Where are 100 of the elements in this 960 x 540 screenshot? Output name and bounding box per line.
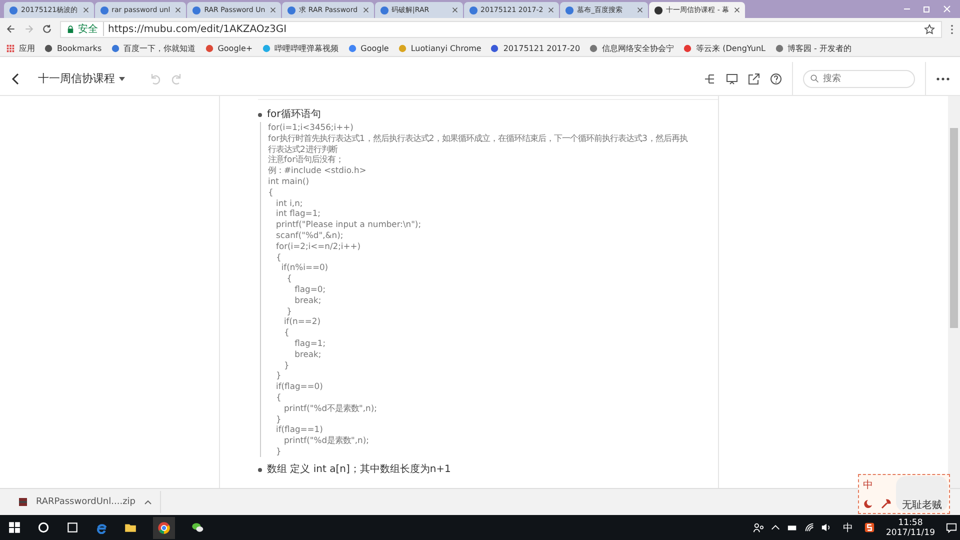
bookmark-item[interactable]: Google+ [204,44,253,52]
input-method-indicator[interactable]: 中 [843,520,853,534]
apps-grid-icon [6,44,15,52]
bookmark-icon [398,44,407,52]
bookmark-item[interactable]: Google [348,44,389,52]
task-view-icon[interactable] [66,521,79,534]
bookmark-icon [204,44,214,52]
input-method-logo-icon[interactable] [864,522,875,533]
bullet-icon[interactable] [258,468,262,472]
close-icon[interactable] [637,7,644,13]
speaker-icon[interactable] [821,522,832,533]
bookmark-icon [683,44,692,52]
search-field[interactable]: 搜索 [803,70,915,88]
help-icon[interactable] [770,72,782,84]
sticker-caption: 无耻老贼 [902,498,942,512]
close-icon[interactable] [362,7,369,13]
search-icon[interactable] [37,521,50,534]
bookmark-item[interactable]: 哔哩哔哩弹幕视频 [262,42,339,54]
close-icon[interactable] [175,7,182,13]
note-line: break; [294,294,322,306]
note-line: break; [294,348,322,360]
note-line: printf("%d不是素数",n); [282,402,378,414]
back-arrow-icon[interactable] [6,24,16,34]
document-title[interactable]: 十一周信协课程 [38,71,115,86]
clock-time[interactable]: 11:58 [898,518,923,528]
restore-icon[interactable] [922,4,932,14]
note-line: int flag=1; [275,208,322,220]
note-line: } [275,446,282,457]
note-line: { [275,392,282,403]
close-icon[interactable] [452,7,458,13]
favicon-icon [287,6,296,14]
bookmark-item[interactable]: 博客园 - 开发者的 [774,42,852,54]
lock-icon [67,24,74,34]
bookmark-icon [348,44,357,52]
more-icon[interactable] [936,76,950,80]
windows-start-icon[interactable] [8,521,21,534]
bookmark-icon [110,44,120,52]
bookmark-icon [589,44,598,52]
wrench-icon[interactable] [881,498,891,508]
bookmark-item[interactable]: Bookmarks [44,44,102,52]
caret-icon[interactable] [119,76,125,80]
note-line: for执行时首先执行表达式1，然后执行表达式2，如果循环成立，在循环结束后，下一个循环前执行表达式3，然后再执行表达式2进行判断 [268,132,688,154]
star-icon[interactable] [924,24,935,34]
bookmark-item[interactable]: 20175121 2017-20 [490,44,580,52]
archive-file-icon [18,497,28,507]
note-line: } [275,370,282,382]
bookmark-item[interactable]: 百度一下，你就知道 [110,42,196,54]
search-icon [810,74,819,83]
bookmark-item[interactable]: 信息网络安全协会宁 [589,42,674,54]
share-icon[interactable] [748,72,760,84]
bookmark-icon [262,44,271,52]
bookmark-icon [44,44,53,52]
note-line: int main() [268,176,310,187]
favicon-icon [192,6,202,14]
note-line: flag=0; [294,284,327,295]
edge-browser-icon[interactable] [95,521,108,534]
close-icon[interactable] [548,7,554,13]
reload-icon[interactable] [42,24,52,34]
moon-icon[interactable] [863,498,873,508]
close-icon[interactable] [270,7,276,13]
bookmark-item[interactable]: 等云来 (DengYunL [683,42,766,54]
chrome-icon[interactable] [153,516,175,538]
chat-bubbles-icon[interactable] [191,521,204,534]
note-line: if(flag==1) [275,424,324,436]
favicon-icon [565,6,574,14]
address-bar[interactable]: 安全 https://mubu.com/edit/1AKZAOz3GI [60,20,942,38]
input-mode-label[interactable]: 中 [863,478,873,492]
scrollbar[interactable] [948,96,960,488]
favicon-icon [100,6,109,14]
people-icon[interactable] [753,522,764,533]
note-line: flag=1; [294,338,327,349]
menu-icon[interactable] [950,24,954,34]
bookmark-icon [490,44,500,52]
note-line: for(i=2;i<=n/2;i++) [275,240,362,252]
note-line: } [286,306,293,316]
mind-map-icon[interactable] [704,72,716,84]
note-line: if(n%i==0) [280,262,330,274]
security-label: 安全 [78,22,104,36]
bullet-icon[interactable] [258,113,262,117]
wifi-icon[interactable] [804,522,815,533]
note-line: printf("Please input a number:\n"); [275,219,422,230]
bookmark-item[interactable]: 应用 [6,42,35,54]
presentation-icon[interactable] [726,72,738,84]
download-item[interactable]: RARPasswordUnl....zip [10,491,161,513]
notification-icon[interactable] [946,522,957,533]
outline-item[interactable]: 数组 定义 int a[n]；其中数组长度为n+1 [267,462,451,477]
bookmark-item[interactable]: Luotianyi Chrome [398,44,482,52]
note-line: if(flag==0) [275,381,324,392]
clock-date[interactable]: 2017/11/19 [886,528,935,538]
note-line: } [275,414,282,424]
close-icon[interactable] [82,7,89,13]
note-line: printf("%d是素数",n); [282,435,370,446]
close-icon[interactable] [734,7,740,13]
note-line: int i,n; [275,198,304,208]
note-line: 例：#include <stdio.h> [268,165,368,176]
note-line: { [268,186,274,198]
note-line: { [286,273,293,284]
url-text: https://mubu.com/edit/1AKZAOz3GI [108,24,287,34]
outline-item[interactable]: for循环语句 [267,108,688,122]
favicon-icon [468,6,478,14]
